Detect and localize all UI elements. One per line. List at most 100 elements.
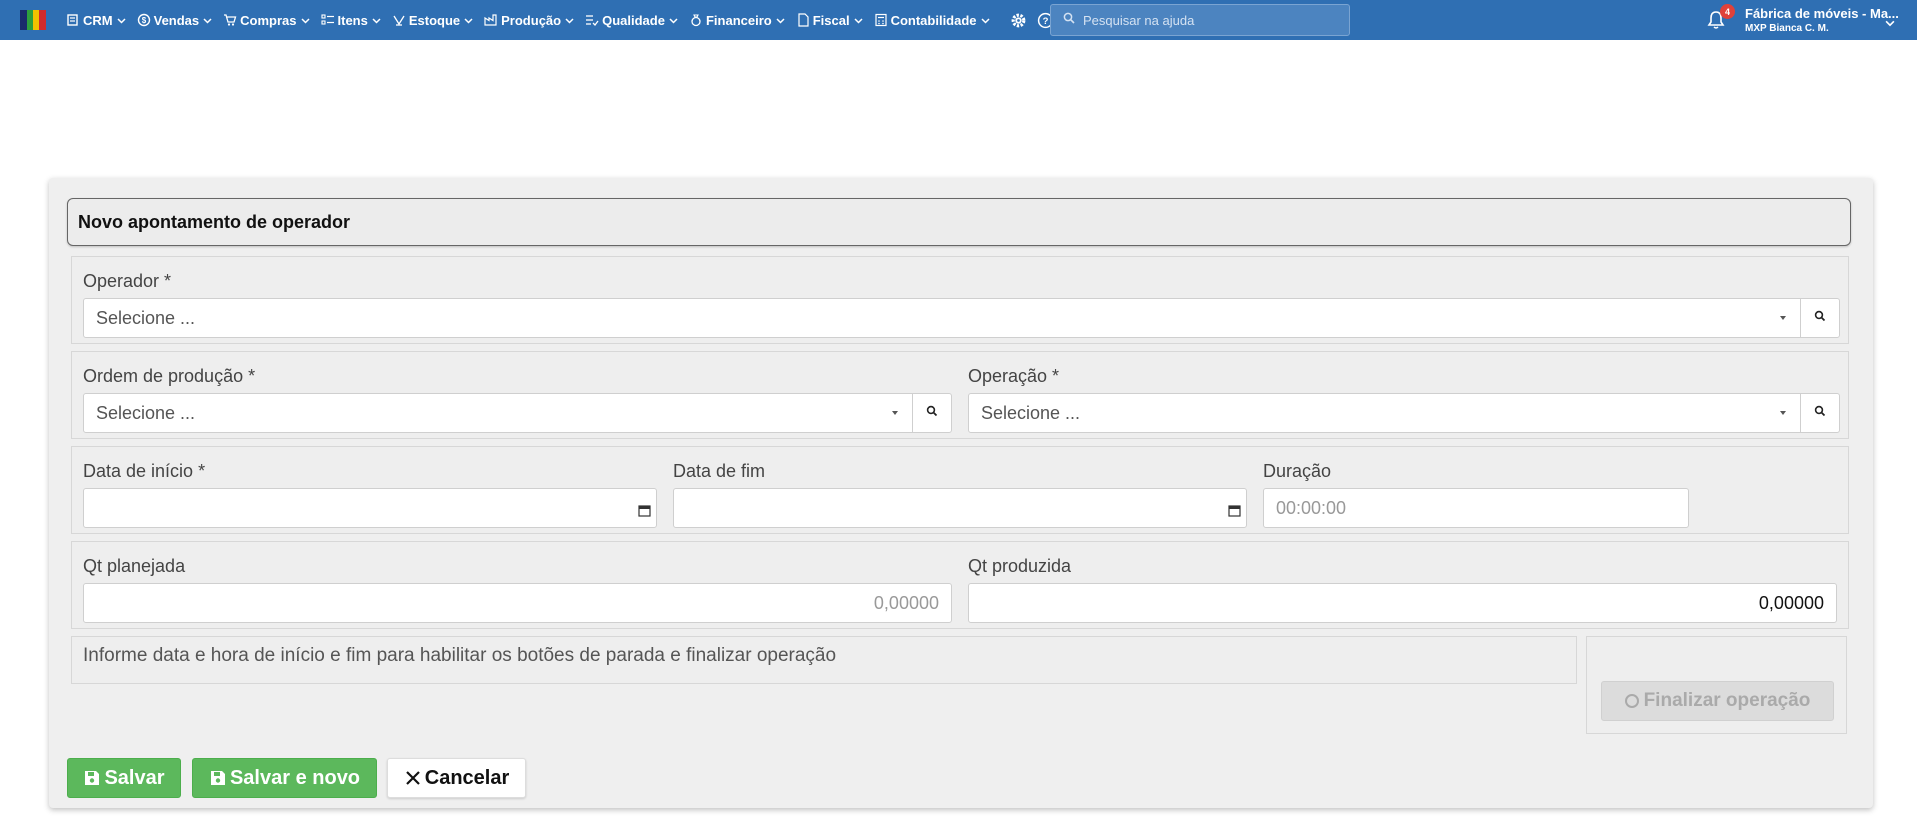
menu-compras-label: Compras (240, 12, 297, 28)
close-icon (404, 769, 422, 787)
menu-producao-label: Produção (501, 12, 562, 28)
save-button-label: Salvar (104, 766, 165, 789)
notification-badge: 4 (1720, 4, 1735, 19)
svg-text:$: $ (141, 16, 146, 25)
chevron-down-icon (203, 16, 212, 25)
menu-vendas[interactable]: $ Vendas (137, 13, 213, 28)
main-menu: CRM $ Vendas Compras Itens Estoque Produ… (66, 0, 1082, 40)
menu-itens[interactable]: Itens (320, 12, 381, 28)
operacao-select[interactable]: Selecione ... (968, 393, 1801, 433)
qt-planejada-input[interactable]: 0,00000 (83, 583, 952, 623)
save-and-new-button[interactable]: Salvar e novo (192, 758, 377, 798)
crm-icon (66, 13, 80, 27)
finalize-operation-label: Finalizar operação (1643, 690, 1811, 711)
floppy-disk-icon (83, 769, 101, 787)
ordem-operacao-row: Ordem de produção * Selecione ... Operaç… (71, 351, 1849, 439)
info-message: Informe data e hora de início e fim para… (71, 636, 1577, 684)
search-icon (926, 404, 938, 422)
panel-title: Novo apontamento de operador (67, 198, 1851, 246)
chevron-down-icon (669, 16, 678, 25)
qt-produzida-input[interactable]: 0,00000 (968, 583, 1837, 623)
bell-icon (1707, 11, 1725, 34)
chevron-down-icon (854, 16, 863, 25)
chevron-down-icon (981, 16, 990, 25)
finalize-container: Finalizar operação (1586, 636, 1847, 734)
menu-financeiro[interactable]: Financeiro (689, 13, 785, 28)
calculator-icon (874, 13, 888, 27)
calendar-icon[interactable] (638, 501, 652, 517)
quantidades-row: Qt planejada 0,00000 Qt produzida 0,0000… (71, 541, 1849, 629)
list-check-icon (585, 13, 599, 27)
operador-row: Operador * Selecione ... (71, 256, 1849, 344)
menu-qualidade[interactable]: Qualidade (585, 13, 678, 28)
caret-down-icon (1780, 316, 1786, 320)
save-button[interactable]: Salvar (67, 758, 181, 798)
qt-planejada-label: Qt planejada (83, 556, 186, 576)
data-fim-input[interactable] (673, 488, 1247, 528)
factory-icon (484, 13, 498, 27)
caret-down-icon (892, 411, 898, 415)
ordem-label: Ordem de produção * (83, 366, 256, 386)
operador-search-button[interactable] (1800, 298, 1840, 338)
chevron-down-icon (776, 16, 785, 25)
chevron-down-icon (372, 16, 381, 25)
qt-produzida-label: Qt produzida (968, 556, 1072, 576)
ordem-search-button[interactable] (912, 393, 952, 433)
top-navbar: CRM $ Vendas Compras Itens Estoque Produ… (0, 0, 1917, 40)
data-inicio-label: Data de início * (83, 461, 206, 481)
chevron-down-icon (117, 16, 126, 25)
gear-icon[interactable] (1010, 11, 1028, 29)
duracao-label: Duração (1263, 461, 1332, 481)
money-bag-icon (689, 13, 703, 27)
search-icon (1063, 11, 1075, 29)
data-fim-label: Data de fim (673, 461, 766, 481)
menu-itens-label: Itens (337, 12, 368, 28)
stock-icon (392, 13, 406, 27)
calendar-icon[interactable] (1228, 501, 1242, 517)
document-icon (796, 13, 810, 27)
menu-crm[interactable]: CRM (66, 13, 126, 28)
chevron-down-icon[interactable] (1885, 15, 1895, 27)
menu-compras[interactable]: Compras (223, 12, 310, 28)
company-switcher[interactable]: Fábrica de móveis - Ma... MXP Bianca C. … (1745, 6, 1899, 34)
caret-down-icon (1780, 411, 1786, 415)
notifications-button[interactable]: 4 (1707, 4, 1735, 30)
qt-produzida-value: 0,00000 (1758, 592, 1824, 613)
operador-label: Operador * (83, 271, 172, 291)
ordem-select[interactable]: Selecione ... (83, 393, 913, 433)
finalize-operation-button[interactable]: Finalizar operação (1601, 681, 1834, 721)
svg-text:?: ? (1043, 16, 1049, 27)
menu-vendas-label: Vendas (153, 12, 200, 28)
operador-select-value: Selecione ... (96, 307, 196, 328)
menu-producao[interactable]: Produção (484, 13, 574, 28)
dollar-icon: $ (137, 13, 151, 27)
menu-fiscal[interactable]: Fiscal (796, 13, 863, 28)
duracao-placeholder: 00:00:00 (1276, 497, 1347, 518)
cancel-button[interactable]: Cancelar (387, 758, 526, 798)
menu-estoque-label: Estoque (408, 12, 461, 28)
menu-contabilidade-label: Contabilidade (890, 12, 977, 28)
items-icon (320, 13, 335, 27)
operator-entry-panel: Novo apontamento de operador Operador * … (49, 178, 1873, 808)
app-logo[interactable] (20, 10, 46, 30)
help-search-input[interactable] (1083, 12, 1333, 28)
menu-qualidade-label: Qualidade (602, 12, 665, 28)
chevron-down-icon (565, 16, 574, 25)
operacao-search-button[interactable] (1800, 393, 1840, 433)
chevron-down-icon (300, 16, 310, 25)
operacao-select-value: Selecione ... (981, 402, 1081, 423)
menu-crm-label: CRM (83, 12, 113, 28)
menu-contabilidade[interactable]: Contabilidade (874, 13, 990, 28)
duracao-input[interactable]: 00:00:00 (1263, 488, 1689, 528)
data-inicio-input[interactable] (83, 488, 657, 528)
info-message-text: Informe data e hora de início e fim para… (83, 645, 837, 666)
floppy-disk-icon (209, 769, 227, 787)
operador-select[interactable]: Selecione ... (83, 298, 1801, 338)
user-name: MXP Bianca C. M. (1745, 23, 1829, 34)
circle-icon (1624, 694, 1639, 708)
help-search[interactable] (1050, 4, 1350, 36)
menu-estoque[interactable]: Estoque (392, 13, 473, 28)
operacao-label: Operação * (968, 366, 1060, 386)
cancel-button-label: Cancelar (424, 766, 510, 789)
datas-row: Data de início * Data de fim Duração 00:… (71, 446, 1849, 534)
